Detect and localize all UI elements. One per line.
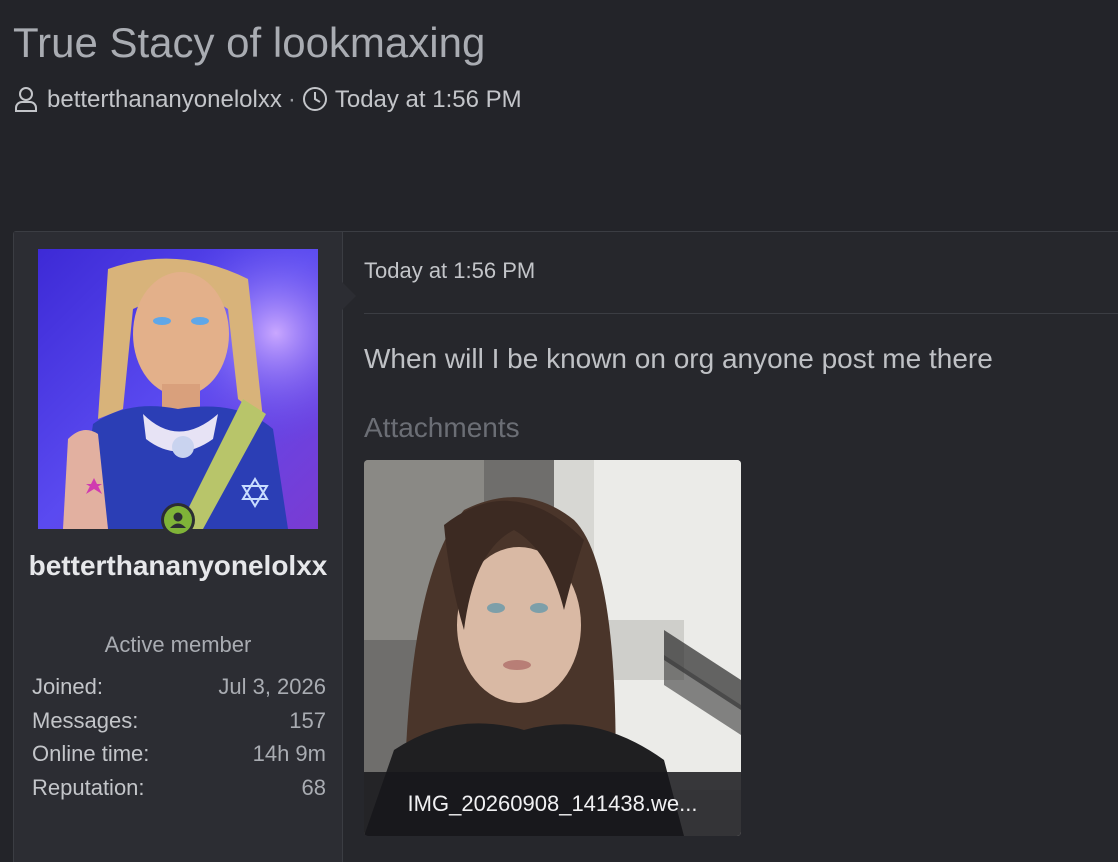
stat-reputation: Reputation: 68 <box>32 771 326 805</box>
user-stats: Joined: Jul 3, 2026 Messages: 157 Online… <box>32 670 326 804</box>
thread-title: True Stacy of lookmaxing <box>13 19 486 66</box>
stat-label: Joined: <box>32 674 103 699</box>
online-status-icon <box>161 503 195 537</box>
meta-separator: · <box>287 86 296 113</box>
post-body: When will I be known on org anyone post … <box>364 343 993 374</box>
stat-label: Messages: <box>32 707 139 733</box>
stat-value: 14h 9m <box>252 741 326 766</box>
stat-value: 157 <box>289 707 326 733</box>
stat-label: Online time: <box>32 741 150 766</box>
post-user-cell: betterthananyonelolxx Active member Join… <box>14 232 343 862</box>
user-avatar[interactable] <box>38 249 318 529</box>
post-divider <box>364 313 1118 314</box>
post: betterthananyonelolxx Active member Join… <box>13 231 1118 862</box>
attachment-filename: IMG_20260908_141438.we... <box>364 772 741 836</box>
stat-messages: Messages: 157 <box>32 704 326 738</box>
thread-author-link[interactable]: betterthananyonelolxx <box>47 86 282 114</box>
user-cell-arrow <box>342 282 356 310</box>
thread-page: True Stacy of lookmaxing betterthananyon… <box>0 0 1118 862</box>
post-date-link[interactable]: Today at 1:56 PM <box>364 258 535 284</box>
user-icon <box>14 86 40 114</box>
stat-value: 68 <box>301 774 326 800</box>
attachment-thumbnail[interactable]: IMG_20260908_141438.we... <box>364 460 741 836</box>
stat-label: Reputation: <box>32 774 145 800</box>
thread-meta: betterthananyonelolxx · Today at 1:56 PM <box>14 86 522 114</box>
stat-value: Jul 3, 2026 <box>218 674 326 699</box>
thread-date-link[interactable]: Today at 1:56 PM <box>335 86 522 114</box>
clock-icon <box>302 86 328 114</box>
stat-joined: Joined: Jul 3, 2026 <box>32 670 326 704</box>
stat-online-time: Online time: 14h 9m <box>32 737 326 771</box>
attachments-heading: Attachments <box>364 412 520 443</box>
user-name-link[interactable]: betterthananyonelolxx <box>28 547 328 585</box>
user-title: Active member <box>104 632 252 657</box>
